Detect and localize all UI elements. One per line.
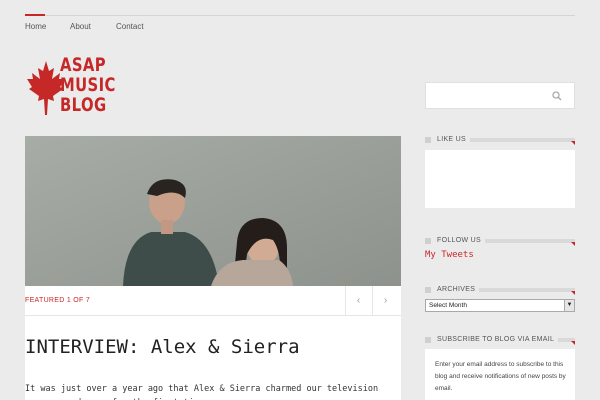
post-title[interactable]: INTERVIEW: Alex & Sierra — [25, 336, 300, 358]
search-icon[interactable] — [552, 91, 562, 101]
widget-square-icon — [425, 287, 431, 293]
corner-flag-icon — [571, 291, 575, 295]
site-logo[interactable]: ASAP MUSIC BLOG — [26, 55, 126, 119]
search-input[interactable] — [430, 87, 546, 105]
nav-divider — [25, 15, 575, 16]
nav-item-contact[interactable]: Contact — [116, 22, 144, 31]
featured-counter: FEATURED 1 OF 7 — [25, 297, 91, 304]
chevron-right-icon[interactable]: › — [372, 286, 398, 316]
like-widget-box — [425, 150, 575, 208]
featured-slider-image[interactable] — [25, 136, 401, 286]
archives-heading: ARCHIVES — [437, 285, 480, 295]
chevron-left-icon[interactable]: ‹ — [345, 286, 371, 316]
subscribe-widget: Enter your email address to subscribe to… — [425, 349, 575, 400]
widget-title-subscribe: SUBSCRIBE TO BLOG VIA EMAIL — [425, 335, 575, 345]
corner-flag-icon — [571, 341, 575, 345]
widget-square-icon — [425, 238, 431, 244]
hero-photo — [25, 136, 401, 286]
nav-item-home[interactable]: Home — [25, 22, 46, 31]
follow-us-heading: FOLLOW US — [437, 236, 485, 246]
corner-flag-icon — [571, 242, 575, 246]
corner-flag-icon — [571, 141, 575, 145]
widget-title-follow: FOLLOW US — [425, 236, 575, 246]
logo-line-3: BLOG — [60, 94, 107, 116]
widget-square-icon — [425, 137, 431, 143]
logo-line-1: ASAP — [60, 54, 107, 76]
post-excerpt: It was just over a year ago that Alex & … — [25, 384, 379, 400]
nav-item-about[interactable]: About — [70, 22, 91, 31]
like-us-heading: LIKE US — [437, 135, 470, 145]
active-nav-indicator — [25, 14, 45, 16]
logo-line-2: MUSIC — [60, 74, 116, 96]
search-box — [425, 82, 575, 109]
dropdown-arrow-icon[interactable]: ▼ — [564, 300, 574, 311]
my-tweets-link[interactable]: My Tweets — [425, 250, 474, 260]
subscribe-description: Enter your email address to subscribe to… — [435, 361, 566, 392]
subscribe-heading: SUBSCRIBE TO BLOG VIA EMAIL — [437, 335, 559, 345]
archives-selected-value: Select Month — [429, 302, 467, 309]
archives-select[interactable]: Select Month ▼ — [425, 299, 575, 312]
top-navigation: Home About Contact — [0, 0, 600, 36]
widget-title-archives: ARCHIVES — [425, 285, 575, 295]
main-content: FEATURED 1 OF 7 ‹ › INTERVIEW: Alex & Si… — [25, 136, 401, 400]
logo-wordmark: ASAP MUSIC BLOG — [60, 54, 116, 116]
widget-title-like: LIKE US — [425, 135, 575, 145]
widget-square-icon — [425, 337, 431, 343]
slider-controls: FEATURED 1 OF 7 ‹ › — [25, 286, 401, 316]
